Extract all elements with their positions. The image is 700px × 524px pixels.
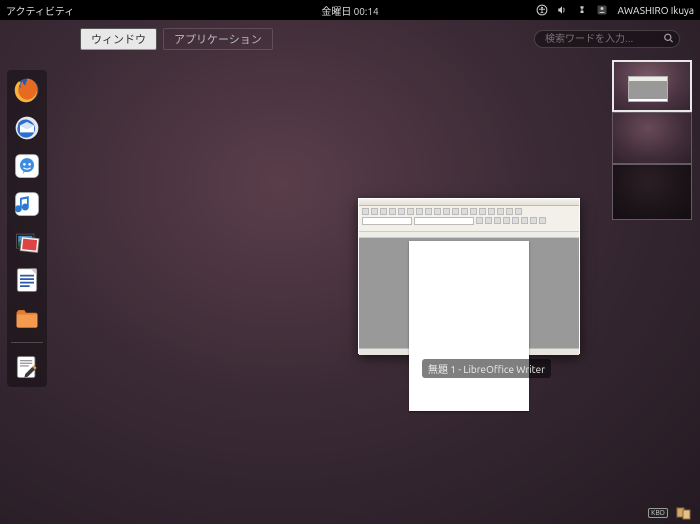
tab-windows[interactable]: ウィンドウ bbox=[80, 28, 157, 50]
window-titlebar bbox=[359, 199, 579, 206]
search-input[interactable] bbox=[534, 30, 680, 48]
dock-item-libreoffice-writer[interactable] bbox=[11, 264, 43, 296]
window-label: 無題 1 - LibreOffice Writer bbox=[422, 359, 551, 378]
dock-item-banshee[interactable] bbox=[11, 188, 43, 220]
dock-item-gedit[interactable] bbox=[11, 351, 43, 383]
dock-item-empathy[interactable] bbox=[11, 150, 43, 182]
network-icon[interactable] bbox=[576, 4, 588, 16]
dock-item-shotwell[interactable] bbox=[11, 226, 43, 258]
tab-applications[interactable]: アプリケーション bbox=[163, 28, 273, 50]
user-menu[interactable]: AWASHIRO Ikuya bbox=[616, 5, 694, 16]
workspace-1[interactable] bbox=[612, 60, 692, 112]
document-page bbox=[409, 241, 529, 411]
workspace-switcher bbox=[612, 60, 692, 220]
accessibility-icon[interactable] bbox=[536, 4, 548, 16]
system-status-area: AWASHIRO Ikuya bbox=[536, 4, 694, 16]
dock-item-firefox[interactable] bbox=[11, 74, 43, 106]
search-icon bbox=[663, 33, 674, 46]
user-avatar-icon[interactable] bbox=[596, 4, 608, 16]
window-page-area bbox=[359, 238, 579, 348]
clock[interactable]: 金曜日 00:14 bbox=[321, 3, 378, 18]
window-toolbar bbox=[359, 206, 579, 232]
kbd-label: KBD bbox=[648, 508, 668, 518]
message-tray: KBD bbox=[650, 506, 692, 520]
workspace-mini-window bbox=[628, 76, 668, 102]
workspace-3[interactable] bbox=[612, 164, 692, 220]
dock bbox=[7, 70, 47, 387]
tray-applet-icon[interactable] bbox=[676, 506, 692, 520]
keyboard-indicator-icon[interactable]: KBD bbox=[650, 506, 666, 520]
dock-separator bbox=[11, 342, 43, 343]
volume-icon[interactable] bbox=[556, 4, 568, 16]
activities-button[interactable]: アクティビティ bbox=[6, 3, 74, 18]
search-wrap bbox=[534, 30, 680, 48]
workspace-2[interactable] bbox=[612, 112, 692, 164]
dock-item-thunderbird[interactable] bbox=[11, 112, 43, 144]
overview-bar: ウィンドウ アプリケーション bbox=[80, 28, 680, 50]
dock-item-nautilus[interactable] bbox=[11, 302, 43, 334]
top-panel: アクティビティ 金曜日 00:14 AWASHIRO Ikuya bbox=[0, 0, 700, 20]
window-thumbnail-libreoffice[interactable] bbox=[358, 198, 580, 354]
